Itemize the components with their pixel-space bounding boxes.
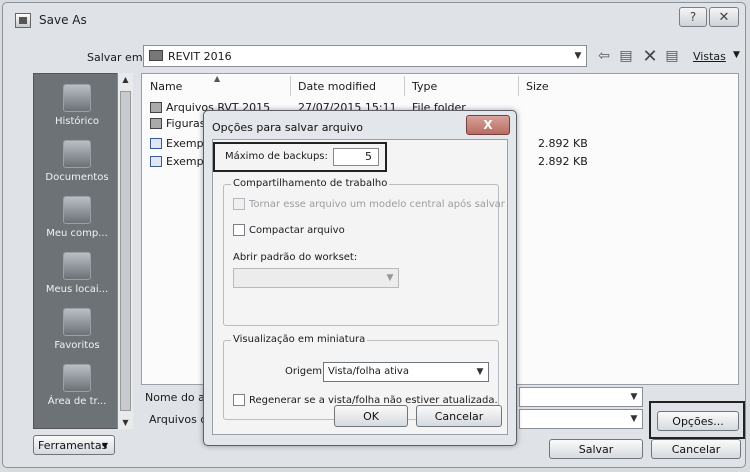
help-button[interactable]: ? [679, 7, 707, 27]
title-bar: Save As ? ✕ [3, 3, 745, 37]
cancel-button[interactable]: Cancelar [651, 439, 741, 459]
chevron-down-icon: ▼ [101, 440, 108, 450]
scroll-down-icon[interactable]: ▼ [118, 418, 133, 427]
scroll-up-icon[interactable]: ▲ [118, 75, 133, 84]
place-label: Histórico [54, 116, 100, 127]
column-header-size[interactable]: Size [526, 80, 549, 93]
ok-button[interactable]: OK [334, 405, 408, 427]
app-icon [15, 13, 31, 28]
file-name: Figuras [166, 117, 206, 130]
dialog-body: Máximo de backups: 5 Compartilhamento de… [212, 139, 508, 435]
dialog-title: Opções para salvar arquivo [212, 121, 364, 134]
favorites-icon [63, 308, 91, 336]
checkbox-box[interactable] [233, 198, 245, 210]
new-folder-icon[interactable]: ▤ [663, 47, 681, 65]
dialog-close-button[interactable]: X [466, 115, 510, 135]
views-menu[interactable]: Vistas [693, 50, 726, 63]
place-my-computer[interactable]: Meu comp... [34, 196, 120, 239]
computer-icon [63, 196, 91, 224]
folder-icon [150, 102, 162, 113]
origin-value: Vista/folha ativa [328, 366, 409, 377]
checkbox-box[interactable] [233, 394, 245, 406]
save-options-dialog: Opções para salvar arquivo X Máximo de b… [203, 110, 517, 446]
place-label: Meu comp... [46, 228, 108, 239]
save-button[interactable]: Salvar [549, 439, 643, 459]
max-backups-label: Máximo de backups: [225, 151, 328, 162]
close-button[interactable]: ✕ [709, 7, 739, 27]
place-label: Documentos [45, 172, 109, 183]
make-central-label: Tornar esse arquivo um modelo central ap… [249, 198, 505, 210]
place-network[interactable]: Meus locai... [34, 252, 120, 295]
scroll-thumb[interactable] [120, 91, 131, 411]
sort-ascending-icon: ▲ [214, 74, 221, 83]
regenerate-label: Regenerar se a vista/folha não estiver a… [249, 394, 498, 406]
file-name: Exempl [166, 137, 207, 150]
place-favorites[interactable]: Favoritos [34, 308, 120, 351]
place-desktop[interactable]: Área de tr... [34, 364, 120, 407]
network-icon [63, 252, 91, 280]
max-backups-field[interactable]: 5 [333, 148, 379, 166]
column-header-name[interactable]: Name [150, 80, 182, 93]
place-label: Favoritos [54, 340, 100, 351]
window-title: Save As [39, 13, 87, 27]
origin-label: Origem: [285, 366, 326, 377]
column-divider[interactable] [404, 76, 405, 96]
file-name: Exempl [166, 155, 207, 168]
folder-icon [150, 118, 162, 129]
file-size: 2.892 KB [538, 155, 588, 168]
back-icon[interactable]: ⇦ [595, 47, 613, 65]
open-workset-dropdown[interactable]: ▼ [233, 268, 399, 288]
chevron-down-icon[interactable]: ▼ [733, 50, 740, 60]
file-size: 2.892 KB [538, 137, 588, 150]
tools-label: Ferramentas [38, 438, 108, 452]
column-divider[interactable] [290, 76, 291, 96]
documents-icon [63, 140, 91, 168]
make-central-checkbox[interactable]: Tornar esse arquivo um modelo central ap… [233, 198, 505, 210]
file-type-dropdown[interactable]: ▼ [519, 409, 643, 429]
checkbox-box[interactable] [233, 224, 245, 236]
folder-icon [149, 50, 163, 61]
chevron-down-icon: ▼ [630, 392, 638, 402]
chevron-down-icon: ▼ [630, 414, 638, 424]
up-folder-icon[interactable]: ▤ [617, 47, 635, 65]
places-scrollbar[interactable]: ▲ ▼ [117, 73, 133, 429]
chevron-down-icon: ▼ [574, 51, 582, 61]
origin-dropdown[interactable]: Vista/folha ativa ▼ [323, 362, 489, 382]
desktop-icon [63, 364, 91, 392]
file-name-input[interactable]: ▼ [519, 387, 643, 407]
save-in-dropdown[interactable]: REVIT 2016 ▼ [143, 45, 587, 67]
compact-file-checkbox[interactable]: Compactar arquivo [233, 224, 345, 236]
rvt-file-icon [150, 138, 162, 149]
chevron-down-icon: ▼ [476, 367, 484, 377]
column-divider[interactable] [518, 76, 519, 96]
thumbnail-group-title: Visualização em miniatura [231, 334, 368, 345]
place-documents[interactable]: Documentos [34, 140, 120, 183]
save-in-label: Salvar em: [87, 51, 147, 64]
tools-button[interactable]: Ferramentas ▼ [33, 435, 115, 455]
delete-icon[interactable]: ✕ [641, 46, 659, 67]
compact-file-label: Compactar arquivo [249, 224, 345, 236]
open-workset-label: Abrir padrão do workset: [233, 252, 358, 263]
chevron-down-icon: ▼ [386, 273, 394, 283]
place-history[interactable]: Histórico [34, 84, 120, 127]
column-header-type[interactable]: Type [412, 80, 437, 93]
rvt-file-icon [150, 156, 162, 167]
place-label: Meus locai... [45, 284, 109, 295]
place-label: Área de tr... [47, 396, 107, 407]
dialog-cancel-button[interactable]: Cancelar [416, 405, 502, 427]
current-folder-name: REVIT 2016 [168, 50, 232, 63]
history-icon [63, 84, 91, 112]
column-header-date[interactable]: Date modified [298, 80, 376, 93]
worksharing-group-title: Compartilhamento de trabalho [231, 178, 390, 189]
options-button[interactable]: Opções... [657, 411, 739, 431]
